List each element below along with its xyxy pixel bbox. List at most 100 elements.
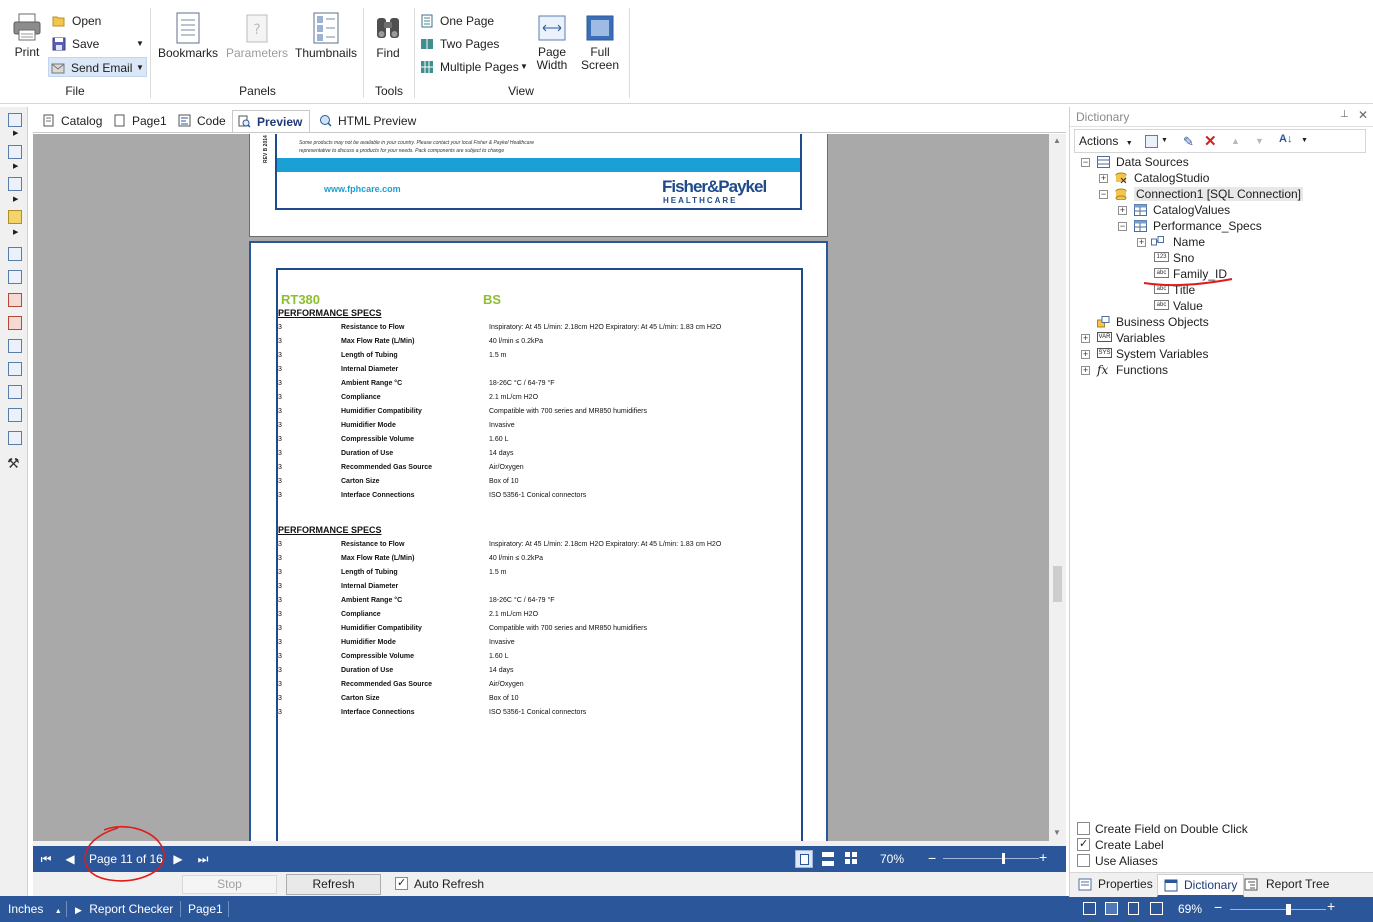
bookmarks-button[interactable]: Bookmarks [158,10,218,66]
units-selector[interactable]: Inches ▲ [8,902,62,916]
expand-name-field[interactable]: + [1137,238,1146,247]
toolbox-sub-report-icon[interactable] [8,316,22,330]
toolbox-text-icon[interactable] [8,247,22,261]
tree-item-catalog-values[interactable]: CatalogValues [1134,202,1230,218]
pin-icon[interactable]: ⊥ [1340,109,1349,120]
status-zoom-out-icon[interactable]: − [1214,899,1222,915]
tree-item-data-sources[interactable]: Data Sources [1097,154,1189,170]
tree-item-catalog-studio[interactable]: CatalogStudio [1115,170,1209,186]
expand-functions[interactable]: + [1081,366,1090,375]
two-pages-button[interactable]: Two Pages [418,34,518,54]
report-checker-button[interactable]: ▶ Report Checker [75,902,173,916]
zoom-slider-thumb[interactable] [1001,853,1005,864]
scroll-thumb[interactable] [1053,566,1062,602]
status-view-print-icon[interactable] [1128,902,1139,915]
create-field-on-double-click-checkbox[interactable] [1077,822,1090,835]
tab-page1[interactable]: Page1 [108,110,167,132]
parameters-button[interactable]: ? Parameters [225,10,289,66]
expand-catalog-studio[interactable]: + [1099,174,1108,183]
toolbox-chart-icon[interactable] [8,431,22,445]
open-button[interactable]: Open [50,11,140,31]
continuous-mode-icon[interactable] [822,852,834,866]
first-page-icon[interactable]: ⏮ [39,852,53,866]
status-zoom-slider-thumb[interactable] [1285,904,1291,915]
one-page-button[interactable]: One Page [418,11,518,31]
status-view-full-icon[interactable] [1150,902,1163,915]
expand-performance-specs[interactable]: − [1118,222,1127,231]
find-button[interactable]: Find [370,10,406,66]
new-item-dropdown-icon[interactable]: ▼ [1161,137,1168,144]
save-dropdown-icon[interactable]: ▼ [136,34,144,54]
toolbox-expand-3[interactable]: ▶ [13,195,18,203]
expand-variables[interactable]: + [1081,334,1090,343]
tab-html-preview[interactable]: HTML Preview [314,110,416,132]
expand-connection[interactable]: − [1099,190,1108,199]
tab-code[interactable]: Code [173,110,226,132]
toolbox-label-icon[interactable] [8,293,22,307]
sort-dropdown-icon[interactable]: ▼ [1301,137,1308,144]
multiple-pages-dropdown-icon[interactable]: ▼ [520,57,528,77]
full-screen-button[interactable]: Full Screen [580,12,620,76]
thumbnails-button[interactable]: Thumbnails [295,10,357,66]
tab-preview[interactable]: Preview [232,110,310,132]
tab-dictionary[interactable]: Dictionary [1157,874,1245,897]
save-button[interactable]: Save ▼ [50,34,145,54]
toolbox-tools-icon[interactable]: ⚒ [7,455,20,472]
status-zoom-in-icon[interactable]: + [1327,898,1335,914]
toolbox-expand-2[interactable]: ▶ [13,162,18,170]
zoom-out-icon[interactable]: − [928,850,936,866]
toolbox-components-icon[interactable] [8,177,22,191]
edit-icon[interactable]: ✎ [1183,134,1194,150]
close-panel-icon[interactable]: ✕ [1358,108,1368,122]
toolbox-expand-1[interactable]: ▶ [13,129,18,137]
zoom-slider[interactable] [943,853,1039,864]
tree-item-variables[interactable]: VAR Variables [1097,330,1165,346]
toolbox-bands-icon[interactable] [8,113,22,127]
toolbox-rich-text-icon[interactable] [8,270,22,284]
scroll-up-arrow-icon[interactable]: ▲ [1053,136,1061,145]
stop-button[interactable]: Stop [182,875,277,894]
tree-item-name[interactable]: Name [1151,234,1205,250]
refresh-button[interactable]: Refresh [286,874,381,895]
tree-item-connection[interactable]: Connection1 [SQL Connection] [1115,186,1303,202]
toolbox-image-icon[interactable] [8,210,22,224]
tree-item-system-variables[interactable]: SYS System Variables [1097,346,1208,362]
move-up-icon[interactable]: ▲ [1231,136,1240,146]
tree-item-value[interactable]: abc Value [1154,298,1203,314]
status-zoom-slider[interactable] [1230,904,1326,915]
tree-item-sno[interactable]: 123 Sno [1154,250,1194,266]
actions-menu[interactable]: Actions ▼ [1079,134,1133,148]
expand-system-variables[interactable]: + [1081,350,1090,359]
tree-item-business-objects[interactable]: Business Objects [1097,314,1209,330]
auto-refresh-checkbox[interactable]: ✓ [395,877,408,890]
send-email-dropdown-icon[interactable]: ▼ [136,58,144,78]
toolbox-header-icon[interactable] [8,339,22,353]
tree-item-functions[interactable]: fx Functions [1097,362,1168,378]
last-page-icon[interactable]: ⏭ [196,852,210,866]
create-label-checkbox[interactable]: ✓ [1077,838,1090,851]
toolbox-table-icon[interactable] [8,408,22,422]
report-preview-area[interactable]: REV B 2014 Some products may not be avai… [33,134,1049,841]
expand-data-sources[interactable]: − [1081,158,1090,167]
tree-item-performance-specs[interactable]: Performance_Specs [1134,218,1262,234]
toolbox-expand-4[interactable]: ▶ [13,228,18,236]
tab-catalog[interactable]: Catalog [37,110,102,132]
page-width-button[interactable]: Page Width [532,12,572,76]
tab-properties[interactable]: Properties [1078,877,1153,891]
status-view-normal-icon[interactable] [1083,902,1096,915]
toolbox-cross-bands-icon[interactable] [8,145,22,159]
multiple-pages-button[interactable]: Multiple Pages ▼ [418,57,530,77]
expand-catalog-values[interactable]: + [1118,206,1127,215]
use-aliases-checkbox[interactable] [1077,854,1090,867]
zoom-in-icon[interactable]: + [1039,849,1047,865]
send-email-button[interactable]: Send Email ▼ [48,57,147,77]
toolbox-panel-icon[interactable] [8,385,22,399]
single-page-mode-icon[interactable] [795,850,813,868]
move-down-icon[interactable]: ▼ [1255,136,1264,146]
print-button[interactable]: Print [8,10,46,66]
delete-icon[interactable]: ✕ [1204,132,1217,150]
scroll-down-arrow-icon[interactable]: ▼ [1053,828,1061,837]
sort-icon[interactable]: A↓ [1279,133,1292,145]
tab-report-tree[interactable]: Report Tree [1244,877,1329,891]
preview-vertical-scrollbar[interactable]: ▲ ▼ [1049,134,1066,841]
